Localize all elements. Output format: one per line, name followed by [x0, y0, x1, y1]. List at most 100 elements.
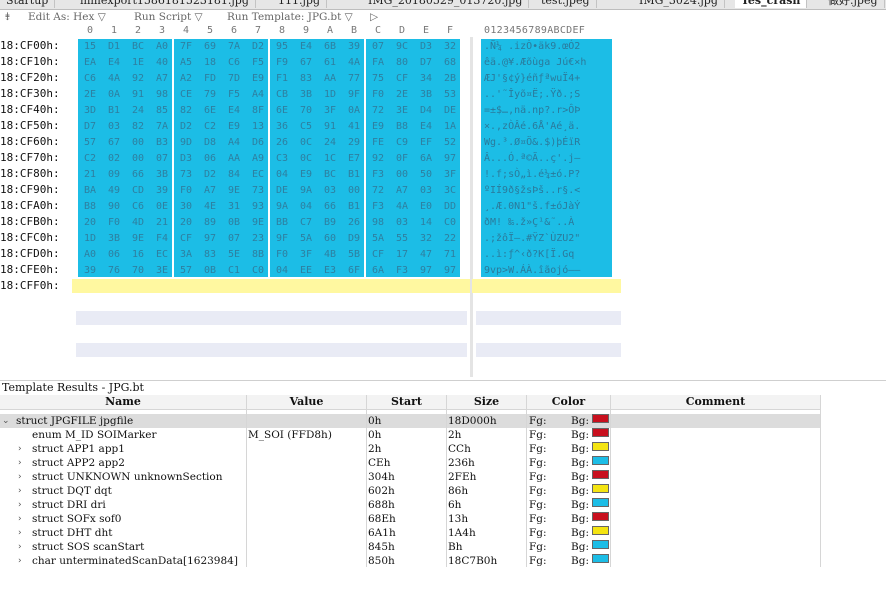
- hex-byte[interactable]: 9F: [346, 87, 362, 102]
- hex-row[interactable]: 15 D1 BC A0 7F 69 7A D2 95 E4 6B 39 07 9C D3 32: [82, 39, 468, 54]
- expand-toggle-icon[interactable]: ›: [18, 554, 22, 568]
- hex-byte[interactable]: 21: [154, 215, 170, 230]
- hex-byte[interactable]: 00: [130, 135, 146, 150]
- hex-byte[interactable]: A7: [202, 183, 218, 198]
- expand-toggle-icon[interactable]: ›: [18, 442, 22, 456]
- hex-byte[interactable]: 9C: [394, 39, 410, 54]
- hex-byte[interactable]: EC: [154, 247, 170, 262]
- hex-byte[interactable]: D3: [418, 39, 434, 54]
- hex-byte[interactable]: EF: [418, 135, 434, 150]
- hex-byte[interactable]: B1: [346, 167, 362, 182]
- file-tab[interactable]: IMG_20180529_013720.jpg: [362, 0, 530, 8]
- hex-byte[interactable]: 3D: [82, 103, 98, 118]
- hex-byte[interactable]: 03: [394, 215, 410, 230]
- hex-byte[interactable]: 22: [442, 231, 458, 246]
- expand-toggle-icon[interactable]: ›: [18, 484, 22, 498]
- hex-byte[interactable]: 21: [82, 167, 98, 182]
- hex-byte[interactable]: 91: [322, 119, 338, 134]
- hex-row[interactable]: 57 67 00 B3 9D D8 A4 D6 26 0C 24 29 FE C9 EF 52: [82, 135, 468, 150]
- hex-byte[interactable]: C5: [298, 119, 314, 134]
- hex-row[interactable]: 2E 0A 91 98 CE 79 F5 A4 CB 3B 1D 9F F0 2E 3B 53: [82, 87, 468, 102]
- hex-byte[interactable]: 6B: [322, 39, 338, 54]
- hex-byte[interactable]: 66: [322, 199, 338, 214]
- hex-byte[interactable]: 6E: [274, 103, 290, 118]
- hex-byte[interactable]: 97: [418, 263, 434, 278]
- hex-byte[interactable]: 47: [418, 247, 434, 262]
- ascii-row[interactable]: Â...Ó.ª©Ã..ç'.j—: [484, 151, 618, 166]
- hex-byte[interactable]: 3E: [394, 103, 410, 118]
- hex-byte[interactable]: AA: [226, 151, 242, 166]
- hex-byte[interactable]: 32: [418, 231, 434, 246]
- hex-byte[interactable]: B1: [346, 199, 362, 214]
- hex-byte[interactable]: 7F: [178, 39, 194, 54]
- hex-byte[interactable]: 1A: [442, 119, 458, 134]
- hex-byte[interactable]: 18: [202, 55, 218, 70]
- hex-byte[interactable]: B9: [322, 215, 338, 230]
- hex-byte[interactable]: BB: [274, 215, 290, 230]
- template-row[interactable]: › char unterminatedScanData[1623984] 850h 1…: [0, 554, 820, 568]
- hex-byte[interactable]: D2: [250, 39, 266, 54]
- hex-byte[interactable]: 4D: [130, 215, 146, 230]
- hex-byte[interactable]: B1: [106, 103, 122, 118]
- col-header-value[interactable]: Value: [247, 395, 366, 409]
- hex-byte[interactable]: BC: [322, 167, 338, 182]
- hex-byte[interactable]: D3: [178, 151, 194, 166]
- hex-byte[interactable]: 31: [226, 199, 242, 214]
- hex-byte[interactable]: CE: [178, 87, 194, 102]
- hex-byte[interactable]: 4A: [346, 55, 362, 70]
- hex-byte[interactable]: BA: [82, 183, 98, 198]
- hex-byte[interactable]: C0: [442, 215, 458, 230]
- file-tab[interactable]: Startup: [0, 0, 56, 8]
- expand-toggle-icon[interactable]: ›: [18, 526, 22, 540]
- ascii-row[interactable]: ÆJ'§¢ý}éñƒªwuÏ4+: [484, 71, 618, 86]
- expand-toggle-icon[interactable]: ›: [18, 498, 22, 512]
- hex-byte[interactable]: 39: [346, 39, 362, 54]
- hex-byte[interactable]: 26: [274, 135, 290, 150]
- hex-row[interactable]: C6 4A 92 A7 A2 FD 7D E9 F1 83 AA 77 75 CF 34 2B: [82, 71, 468, 86]
- hex-byte[interactable]: 04: [298, 199, 314, 214]
- file-tab[interactable]: mmexport1586181523181.jpg: [74, 0, 256, 8]
- hex-byte[interactable]: 2E: [82, 87, 98, 102]
- hex-byte[interactable]: 13: [250, 119, 266, 134]
- hex-byte[interactable]: C1: [226, 263, 242, 278]
- col-header-start[interactable]: Start: [367, 395, 446, 409]
- hex-byte[interactable]: 0A: [106, 87, 122, 102]
- hex-byte[interactable]: E9: [250, 71, 266, 86]
- hex-byte[interactable]: 30: [178, 199, 194, 214]
- hex-byte[interactable]: 24: [322, 135, 338, 150]
- hex-byte[interactable]: 93: [250, 199, 266, 214]
- hex-byte[interactable]: EE: [298, 263, 314, 278]
- hex-row[interactable]: 1D 3B 9E F4 CF 97 07 23 9F 5A 60 D9 5A 55 32 22: [82, 231, 468, 246]
- hex-byte[interactable]: 67: [106, 135, 122, 150]
- hex-byte[interactable]: 0B: [202, 263, 218, 278]
- template-color-swatch[interactable]: [592, 540, 609, 549]
- hex-byte[interactable]: DE: [274, 183, 290, 198]
- hex-byte[interactable]: F4: [154, 231, 170, 246]
- hex-byte[interactable]: 61: [322, 55, 338, 70]
- hex-byte[interactable]: 9D: [178, 135, 194, 150]
- hex-byte[interactable]: 0A: [346, 103, 362, 118]
- hex-byte[interactable]: 2B: [442, 71, 458, 86]
- hex-byte[interactable]: 70: [298, 103, 314, 118]
- hex-byte[interactable]: 57: [178, 263, 194, 278]
- template-row[interactable]: › struct APP2 app2 CEh 236h Fg: Bg:: [0, 456, 820, 470]
- template-color-swatch[interactable]: [592, 428, 609, 437]
- hex-byte[interactable]: D7: [82, 119, 98, 134]
- template-color-swatch[interactable]: [592, 554, 609, 563]
- hex-byte[interactable]: F3: [370, 167, 386, 182]
- hex-byte[interactable]: 04: [274, 167, 290, 182]
- hex-byte[interactable]: 66: [130, 167, 146, 182]
- hex-byte[interactable]: 70: [130, 263, 146, 278]
- hex-row[interactable]: 3D B1 24 85 82 6E E4 8F 6E 70 3F 0A 72 3E D4 DE: [82, 103, 468, 118]
- hex-byte[interactable]: 20: [82, 215, 98, 230]
- hex-byte[interactable]: 16: [130, 247, 146, 262]
- expand-toggle-icon[interactable]: ›: [18, 470, 22, 484]
- hex-byte[interactable]: F0: [178, 183, 194, 198]
- hex-byte[interactable]: 39: [82, 263, 98, 278]
- hex-byte[interactable]: 73: [250, 183, 266, 198]
- hex-byte[interactable]: 82: [130, 119, 146, 134]
- hex-byte[interactable]: 1D: [82, 231, 98, 246]
- ascii-row[interactable]: =±$…‚nä.np?.r>ÔÞ: [484, 103, 618, 118]
- hex-byte[interactable]: CD: [130, 183, 146, 198]
- hex-byte[interactable]: 83: [298, 71, 314, 86]
